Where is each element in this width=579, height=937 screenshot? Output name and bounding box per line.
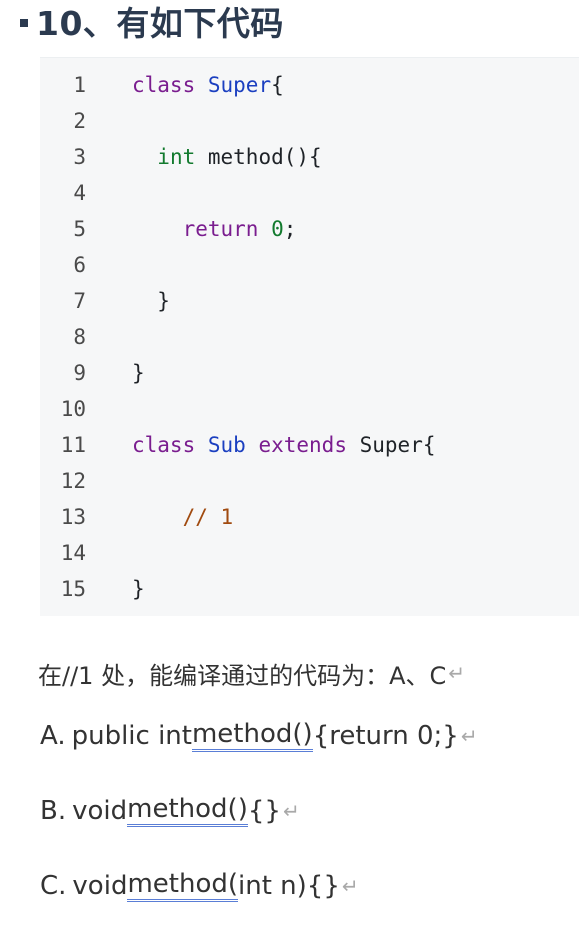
code-token: 0 <box>271 217 284 241</box>
option-letter: A. <box>40 721 66 751</box>
section-heading: 10、有如下代码 <box>20 0 284 43</box>
line-number: 15 <box>60 577 86 601</box>
code-text: int method(){ <box>132 145 322 169</box>
option-text-before: void <box>72 796 128 826</box>
bullet-icon <box>20 19 28 27</box>
return-mark-icon: ↵ <box>448 661 466 685</box>
option-letter: C. <box>40 871 67 901</box>
option-letter: B. <box>40 796 67 826</box>
option-text-after: {} <box>247 796 281 826</box>
code-token: ; <box>283 217 297 241</box>
code-token: } <box>132 289 170 313</box>
code-token: Super{ <box>346 433 436 457</box>
code-token: class <box>132 433 196 457</box>
return-mark-icon: ↵ <box>460 724 478 748</box>
line-number: 12 <box>60 469 86 493</box>
code-token: class <box>132 73 196 97</box>
option-b: B. void method(){} ↵ <box>40 789 300 833</box>
code-token: Super <box>207 73 272 97</box>
line-number: 11 <box>60 433 86 457</box>
code-text: } <box>132 577 145 601</box>
question-text: 在//1 处，能编译通过的代码为：A、C ↵ <box>38 653 465 693</box>
line-number: 4 <box>73 181 86 205</box>
code-text: return 0; <box>132 217 297 241</box>
option-text-before: public int <box>71 721 192 751</box>
code-token: } <box>132 577 145 601</box>
code-token: method(){ <box>195 145 322 169</box>
line-number: 6 <box>73 253 86 277</box>
return-mark-icon: ↵ <box>341 874 359 898</box>
line-number: 13 <box>60 505 86 529</box>
option-underlined-text: method() <box>191 720 313 752</box>
code-token: return <box>182 217 259 241</box>
code-token: Sub <box>207 433 246 457</box>
code-text: class Super{ <box>132 73 284 97</box>
code-token: } <box>132 361 145 385</box>
code-text: class Sub extends Super{ <box>132 433 436 457</box>
option-c: C. void method(int n){} ↵ <box>40 864 359 908</box>
section-heading-text: 10、有如下代码 <box>36 4 284 43</box>
line-number: 9 <box>73 361 86 385</box>
line-number: 10 <box>60 397 86 421</box>
line-number: 2 <box>73 109 86 133</box>
line-number: 7 <box>73 289 86 313</box>
code-block: 1 class Super{2 3 int method(){4 5 return 0… <box>40 57 579 616</box>
line-number: 1 <box>73 73 86 97</box>
line-number: 8 <box>73 325 86 349</box>
return-mark-icon: ↵ <box>282 799 300 823</box>
option-a: A. public int method() {return 0;} ↵ <box>40 714 478 758</box>
line-number: 14 <box>60 541 86 565</box>
code-token: { <box>271 73 284 97</box>
code-text: } <box>132 361 145 385</box>
option-text-after: {return 0;} <box>312 721 459 751</box>
question-label: 在//1 处，能编译通过的代码为：A、C <box>38 661 447 690</box>
code-token: // 1 <box>182 505 234 529</box>
code-text: // 1 <box>132 505 234 529</box>
line-number: 5 <box>73 217 86 241</box>
option-underlined-text: method() <box>127 795 248 827</box>
code-token: extends <box>258 433 347 457</box>
option-text-before: void <box>72 871 128 901</box>
line-number: 3 <box>73 145 86 169</box>
option-text-after: int n){} <box>238 871 340 901</box>
code-token: int <box>157 145 196 169</box>
code-text: } <box>132 289 170 313</box>
option-underlined-text: method( <box>127 870 239 902</box>
